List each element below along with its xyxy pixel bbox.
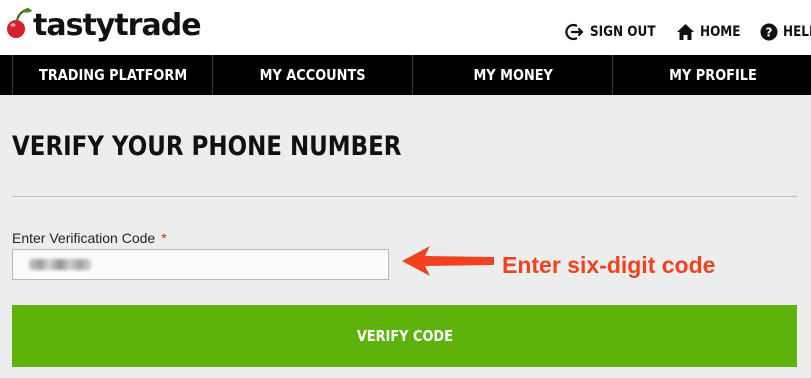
annotation-arrow-icon — [402, 246, 494, 276]
tab-my-money[interactable]: MY MONEY — [412, 55, 613, 95]
tab-my-accounts-label: MY ACCOUNTS — [260, 66, 366, 84]
tab-trading-platform-label: TRADING PLATFORM — [38, 66, 188, 84]
site-header: tastytrade SIGN OUT HOME ? HELP — [0, 0, 811, 55]
tab-my-profile[interactable]: MY PROFILE — [612, 55, 811, 95]
help-label: HELP — [783, 24, 811, 40]
verification-code-input[interactable] — [12, 249, 389, 280]
verification-code-label-text: Enter Verification Code — [12, 230, 156, 246]
required-marker: * — [161, 230, 167, 246]
tab-my-accounts[interactable]: MY ACCOUNTS — [212, 55, 413, 95]
sign-out-label: SIGN OUT — [590, 24, 656, 40]
home-icon — [677, 24, 694, 40]
home-link[interactable]: HOME — [676, 20, 747, 44]
verification-code-label: Enter Verification Code * — [12, 230, 167, 246]
home-label: HOME — [700, 24, 741, 40]
title-divider — [12, 196, 797, 197]
sign-out-link[interactable]: SIGN OUT — [565, 20, 666, 44]
annotation-text: Enter six-digit code — [502, 252, 716, 278]
verify-code-button-label: VERIFY CODE — [356, 327, 453, 345]
help-icon: ? — [760, 23, 778, 41]
cherry-icon — [7, 7, 32, 38]
tab-trading-platform[interactable]: TRADING PLATFORM — [12, 55, 213, 95]
tab-my-money-label: MY MONEY — [473, 66, 553, 84]
help-link[interactable]: ? HELP — [760, 20, 811, 44]
page-title: VERIFY YOUR PHONE NUMBER — [12, 131, 402, 162]
sign-out-icon — [565, 23, 584, 41]
verify-code-button[interactable]: VERIFY CODE — [12, 305, 797, 367]
verify-phone-panel: VERIFY YOUR PHONE NUMBER Enter Verificat… — [0, 95, 811, 378]
redacted-code-value — [29, 259, 91, 270]
tastytrade-logo[interactable]: tastytrade — [4, 3, 209, 49]
svg-text:?: ? — [766, 26, 773, 40]
brand-name: tastytrade — [33, 8, 202, 43]
main-nav: TRADING PLATFORM MY ACCOUNTS MY MONEY MY… — [0, 55, 811, 95]
tab-my-profile-label: MY PROFILE — [668, 66, 757, 84]
